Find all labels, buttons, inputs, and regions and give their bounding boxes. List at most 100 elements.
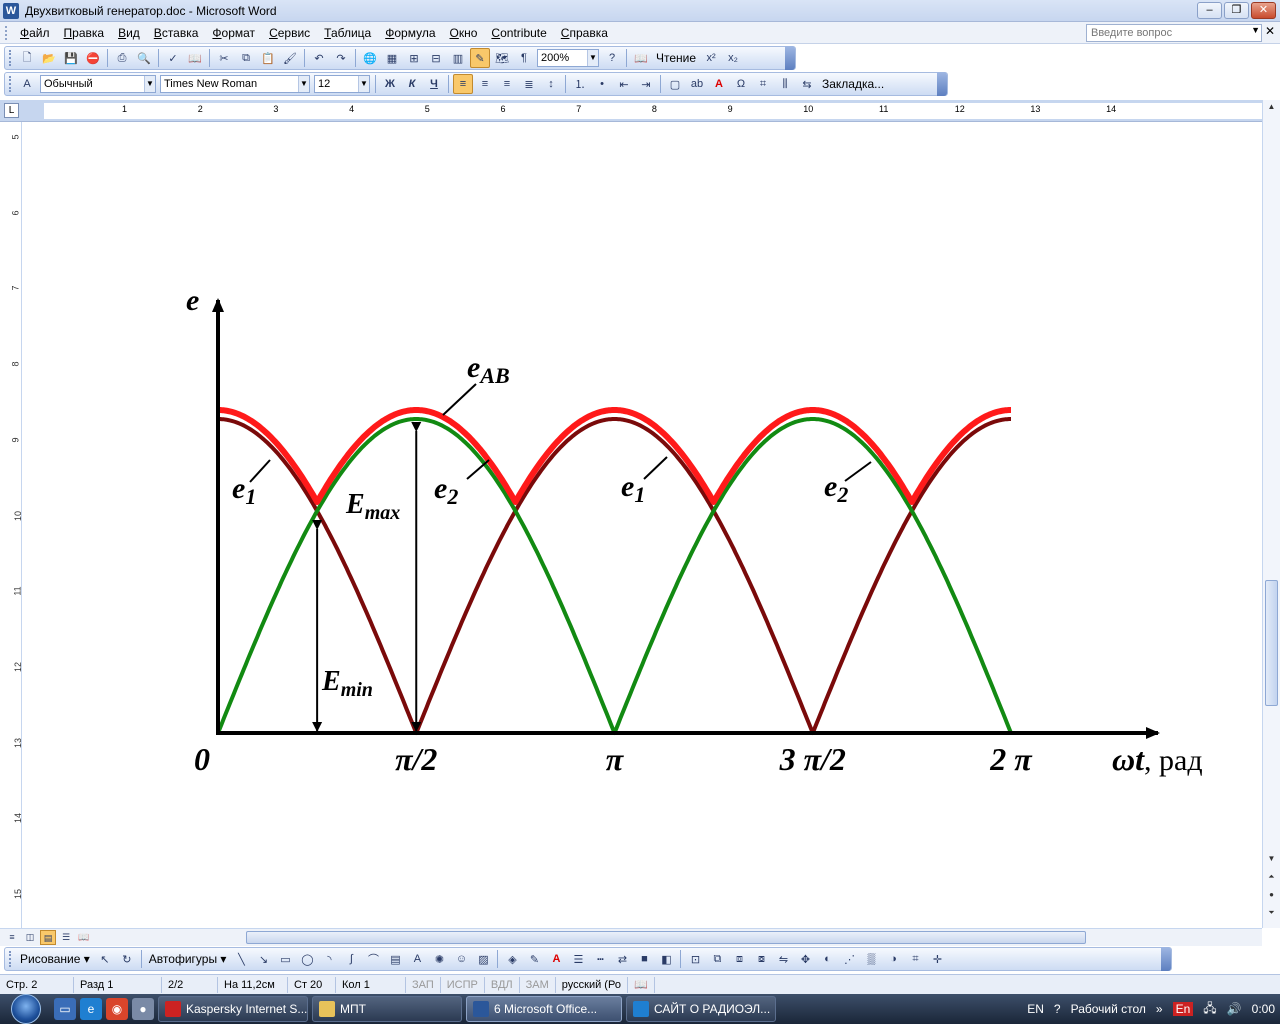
- crop-icon[interactable]: ⌗: [905, 949, 925, 969]
- align-left-icon[interactable]: ≡: [453, 74, 473, 94]
- toolbar-options-button[interactable]: [937, 72, 947, 96]
- cut-icon[interactable]: ✂: [214, 48, 234, 68]
- group-icon[interactable]: ⧉: [707, 949, 727, 969]
- network-icon[interactable]: 🖧: [1203, 999, 1216, 1020]
- menu-tools[interactable]: Сервис: [262, 23, 317, 43]
- ie-icon[interactable]: e: [80, 998, 102, 1020]
- print-icon[interactable]: ⎙: [112, 48, 132, 68]
- read-icon[interactable]: 📖: [631, 48, 651, 68]
- close-document-icon[interactable]: ✕: [1265, 24, 1275, 38]
- cross-icon[interactable]: ✛: [927, 949, 947, 969]
- symbol-icon[interactable]: Ω: [731, 74, 751, 94]
- chrome-icon[interactable]: ◉: [106, 998, 128, 1020]
- bookmark-button[interactable]: Закладка...: [818, 77, 888, 91]
- align-right-icon[interactable]: ≡: [497, 74, 517, 94]
- line-spacing-icon[interactable]: ↕: [541, 74, 561, 94]
- input-language[interactable]: EN: [1027, 1002, 1044, 1016]
- spelling-status-icon[interactable]: 📖: [628, 976, 655, 993]
- chevron-down-icon[interactable]: ▼: [144, 76, 155, 92]
- menu-formula[interactable]: Формула: [378, 23, 442, 43]
- show-desktop-icon[interactable]: ▭: [54, 998, 76, 1020]
- task-office[interactable]: 6 Microsoft Office...: [466, 996, 622, 1022]
- select-objects-icon[interactable]: ↖: [95, 949, 115, 969]
- start-button[interactable]: [0, 994, 52, 1024]
- horizontal-ruler[interactable]: L: [0, 100, 1264, 122]
- menu-file[interactable]: Файл: [13, 23, 57, 43]
- insert-table-icon[interactable]: ⊞: [404, 48, 424, 68]
- help-icon[interactable]: ?: [602, 48, 622, 68]
- web-view-icon[interactable]: ◫: [22, 930, 38, 945]
- minimize-button[interactable]: –: [1197, 2, 1222, 19]
- chevron-right-icon[interactable]: »: [1156, 1002, 1163, 1016]
- fill-color-icon[interactable]: ◈: [502, 949, 522, 969]
- draw-menu-button[interactable]: Рисование ▾: [16, 952, 94, 966]
- rectangle-icon[interactable]: ▭: [275, 949, 295, 969]
- menu-view[interactable]: Вид: [111, 23, 147, 43]
- tab-icon[interactable]: ⇆: [797, 74, 817, 94]
- arrow-icon[interactable]: ↘: [253, 949, 273, 969]
- menu-window[interactable]: Окно: [443, 23, 485, 43]
- status-overtype[interactable]: ЗАМ: [520, 976, 556, 993]
- menu-grip[interactable]: [5, 25, 9, 40]
- font-select[interactable]: Times New Roman ▼: [160, 75, 310, 93]
- bold-button[interactable]: Ж: [380, 74, 400, 94]
- status-extend[interactable]: ВДЛ: [485, 976, 520, 993]
- insert-excel-icon[interactable]: ⊟: [426, 48, 446, 68]
- line-color-icon[interactable]: ✎: [524, 949, 544, 969]
- reading-view-icon[interactable]: 📖: [76, 930, 92, 945]
- outline-view-icon[interactable]: ☰: [58, 930, 74, 945]
- maximize-button[interactable]: ❐: [1224, 2, 1249, 19]
- tab-selector[interactable]: L: [4, 103, 19, 118]
- hyperlink-icon[interactable]: 🌐: [360, 48, 380, 68]
- align-center-icon[interactable]: ≡: [475, 74, 495, 94]
- next-page-icon[interactable]: ⏷: [1265, 908, 1278, 922]
- status-track-changes[interactable]: ИСПР: [441, 976, 485, 993]
- font-size-select[interactable]: 12 ▼: [314, 75, 370, 93]
- font-color-icon[interactable]: A: [546, 949, 566, 969]
- underline-button[interactable]: Ч: [424, 74, 444, 94]
- show-hide-icon[interactable]: ¶: [514, 48, 534, 68]
- previous-page-icon[interactable]: ⏶: [1265, 872, 1278, 886]
- justify-icon[interactable]: ≣: [519, 74, 539, 94]
- print-layout-icon[interactable]: ▤: [40, 930, 56, 945]
- redo-icon[interactable]: ↷: [331, 48, 351, 68]
- send-backward-icon[interactable]: ⧇: [751, 949, 771, 969]
- italic-button[interactable]: К: [402, 74, 422, 94]
- line-style-icon[interactable]: ☰: [568, 949, 588, 969]
- styles-icon[interactable]: A: [17, 74, 37, 94]
- borders-icon[interactable]: ▢: [665, 74, 685, 94]
- scroll-thumb[interactable]: [1265, 580, 1278, 706]
- picture-icon[interactable]: ▨: [473, 949, 493, 969]
- volume-icon[interactable]: 🔊: [1227, 1002, 1242, 1016]
- oval-icon[interactable]: ◯: [297, 949, 317, 969]
- task-kaspersky[interactable]: Kaspersky Internet S...: [158, 996, 308, 1022]
- dash-style-icon[interactable]: ┅: [590, 949, 610, 969]
- line-icon[interactable]: ╲: [231, 949, 251, 969]
- rotate-icon[interactable]: ↻: [117, 949, 137, 969]
- toolbar-grip[interactable]: [9, 951, 12, 967]
- gradient-icon[interactable]: ◑: [883, 949, 903, 969]
- task-mpt[interactable]: МПТ: [312, 996, 462, 1022]
- columns-icon[interactable]: ▥: [448, 48, 468, 68]
- copy-icon[interactable]: ⧉: [236, 48, 256, 68]
- tray-lang-badge[interactable]: En: [1172, 1002, 1194, 1016]
- menu-help[interactable]: Справка: [554, 23, 615, 43]
- new-document-icon[interactable]: 🗋: [17, 48, 37, 68]
- flip-icon[interactable]: ⇋: [773, 949, 793, 969]
- clipart-icon[interactable]: ☺: [451, 949, 471, 969]
- status-record[interactable]: ЗАП: [406, 976, 441, 993]
- superscript-icon[interactable]: x²: [701, 48, 721, 68]
- read-button[interactable]: Чтение: [652, 51, 700, 65]
- tables-borders-icon[interactable]: ▦: [382, 48, 402, 68]
- browse-object-icon[interactable]: ●: [1265, 890, 1278, 904]
- style-select[interactable]: Обычный ▼: [40, 75, 156, 93]
- desktop-toolbar[interactable]: Рабочий стол: [1071, 1002, 1146, 1016]
- zoom-select[interactable]: 200% ▼: [537, 49, 599, 67]
- document-page[interactable]: e e1 Emax e2 eAB e1 e2 Emin 0 π/2 π 3 π/2 2 π ωt, рад: [24, 122, 1262, 928]
- toolbar-grip[interactable]: [9, 76, 12, 92]
- bullets-icon[interactable]: •: [592, 74, 612, 94]
- menu-contribute[interactable]: Contribute: [484, 23, 553, 43]
- numbering-icon[interactable]: ⒈: [570, 74, 590, 94]
- bring-forward-icon[interactable]: ⧈: [729, 949, 749, 969]
- freeform-icon[interactable]: ⌒: [363, 949, 383, 969]
